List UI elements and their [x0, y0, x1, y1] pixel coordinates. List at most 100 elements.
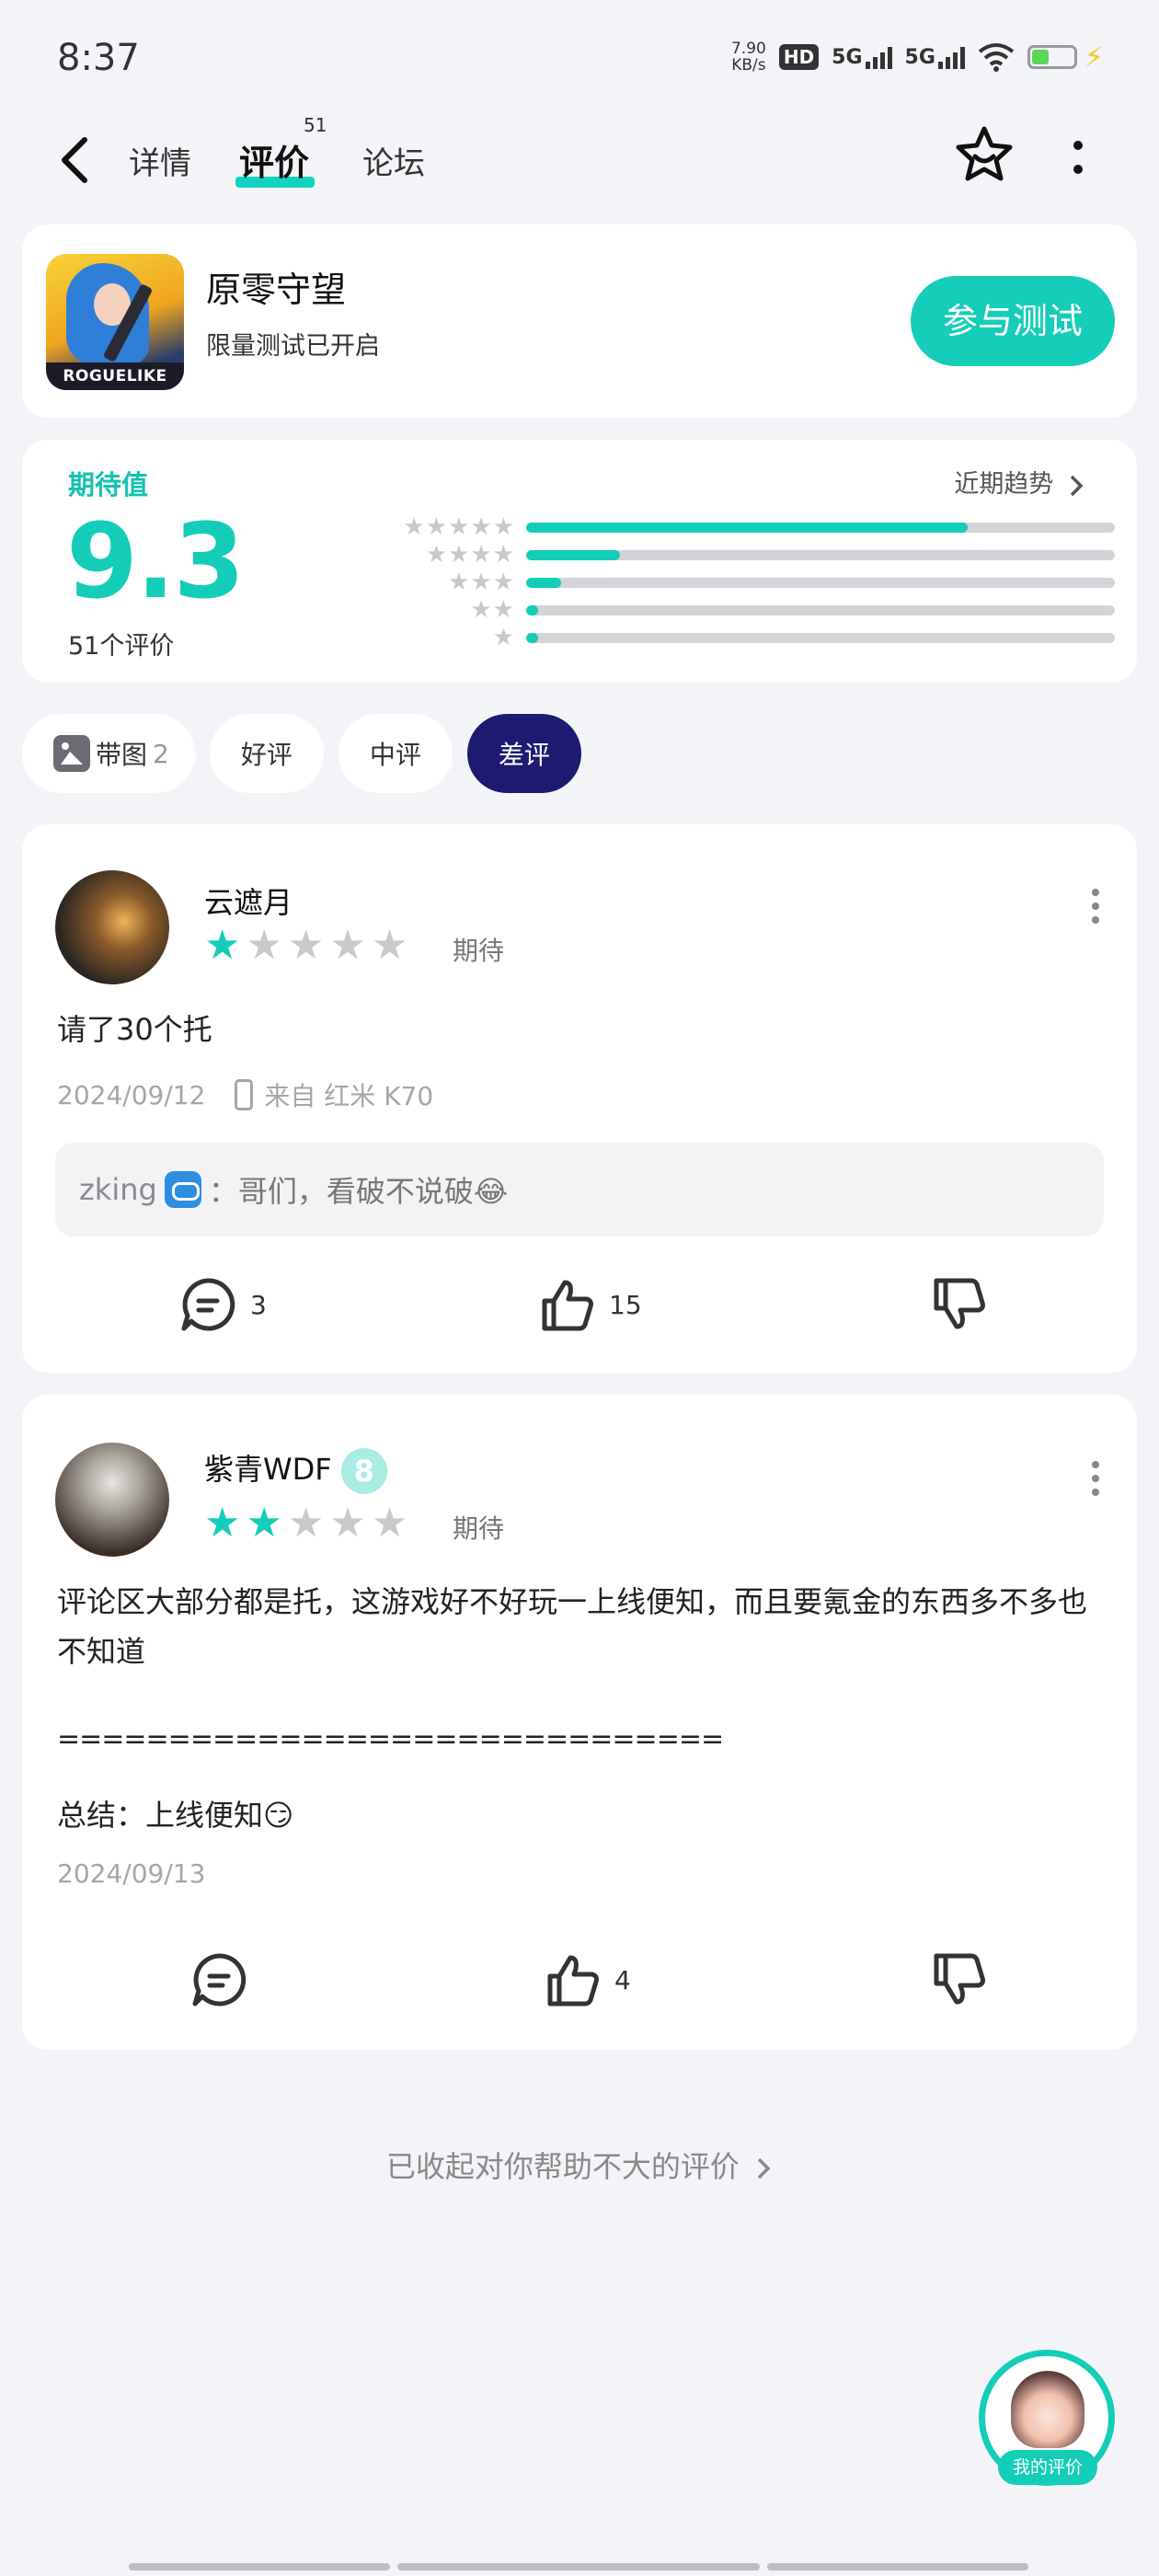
more-options-icon[interactable] — [1067, 138, 1089, 178]
expectation-label: 期待值 — [68, 469, 149, 500]
rating-distribution-track — [526, 605, 1115, 615]
level-badge: 8 — [340, 1448, 387, 1494]
charging-icon: ⚡ — [1084, 40, 1104, 74]
thumbs-up-icon — [542, 1280, 593, 1331]
tab-forum[interactable]: 论坛 — [362, 138, 425, 183]
rating-distribution-stars: ★★★★ — [425, 541, 515, 569]
thumbs-down-icon — [934, 1953, 985, 2005]
signal-icon-2: 5G — [905, 46, 965, 69]
top-nav: 详情 评价 51 论坛 — [0, 114, 1159, 221]
filter-with-images[interactable]: 带图 2 — [22, 714, 195, 793]
filter-with-images-label: 带图 — [96, 740, 148, 770]
status-time: 8:37 — [57, 37, 140, 79]
tab-reviews[interactable]: 评价 — [239, 134, 309, 185]
rating-distribution-stars: ★★★★★ — [403, 513, 515, 541]
review-reply-preview[interactable]: zking ：哥们，看破不说破😂 — [55, 1143, 1104, 1236]
my-avatar — [1011, 2371, 1084, 2448]
sim2-label: 5G — [904, 45, 935, 69]
filter-positive[interactable]: 好评 — [209, 714, 324, 793]
tab-details[interactable]: 详情 — [129, 138, 191, 183]
rating-distribution-stars: ★★ — [470, 596, 515, 624]
sim1-label: 5G — [832, 45, 863, 69]
rating-distribution-fill — [526, 605, 538, 615]
rating-summary-card: 期待值 近期趋势 9.3 51个评价 ★★★★★ ★★★★ ★★★ ★★ ★ — [22, 440, 1137, 683]
thumbs-down-icon — [934, 1278, 985, 1329]
star-icon: ★ — [287, 922, 325, 969]
my-review-button[interactable]: 我的评价 — [979, 2350, 1115, 2486]
recent-trend-link[interactable]: 近期趋势 — [954, 464, 1085, 500]
gesture-bar — [767, 2563, 1028, 2570]
filter-with-images-count: 2 — [153, 738, 169, 769]
review-meta: 2024/09/12 来自 红米 K70 — [57, 1076, 433, 1113]
review-username[interactable]: 云遮月 — [204, 880, 293, 922]
review-device: 来自 红米 K70 — [264, 1081, 434, 1111]
favorite-star-icon[interactable] — [953, 123, 1016, 186]
comment-icon — [192, 1953, 247, 2007]
rating-distribution-track — [526, 633, 1115, 643]
rating-distribution-row: ★★ — [353, 596, 1117, 624]
star-icon: ★ — [204, 922, 241, 969]
gesture-bar — [397, 2563, 760, 2570]
star-icon: ★ — [329, 922, 366, 969]
review-filters: 带图 2 好评 中评 差评 — [22, 714, 581, 793]
avatar[interactable] — [55, 870, 169, 984]
network-speed-unit: KB/s — [731, 56, 766, 75]
comment-button[interactable]: 3 — [178, 1275, 267, 1334]
rating-count: 51个评价 — [68, 632, 175, 661]
rating-distribution-stars: ★★★ — [448, 569, 515, 596]
thumbs-up-icon — [547, 1955, 599, 2007]
review-username-text: 紫青WDF — [204, 1452, 332, 1487]
star-icon: ★ — [329, 1500, 366, 1547]
review-more-icon[interactable] — [1091, 889, 1100, 926]
back-arrow-icon[interactable] — [57, 132, 94, 188]
gamer-badge-icon — [164, 1171, 201, 1208]
avatar[interactable] — [55, 1443, 169, 1557]
chevron-right-icon — [1070, 475, 1084, 496]
reply-username: zking — [79, 1172, 157, 1207]
network-speed-value: 7.90 — [730, 40, 766, 58]
rating-distribution-track — [526, 550, 1115, 560]
like-button[interactable]: 4 — [543, 1950, 631, 2009]
rating-score: 9.3 — [66, 502, 245, 622]
review-text: 请了30个托 — [57, 1012, 212, 1047]
battery-icon — [1027, 45, 1077, 69]
rating-distribution-row: ★★★★ — [353, 541, 1117, 569]
review-card: 云遮月 ★ ★ ★ ★ ★ 期待 请了30个托 2024/09/12 来自 红米 K70… — [22, 824, 1137, 1373]
my-review-label: 我的评价 — [998, 2450, 1097, 2485]
like-count: 4 — [614, 1964, 631, 1995]
comment-icon — [181, 1278, 235, 1331]
review-meta: 2024/09/13 — [57, 1858, 205, 1889]
collapsed-reviews-link[interactable]: 已收起对你帮助不大的评价 — [0, 2144, 1159, 2186]
star-icon: ★ — [371, 1500, 408, 1547]
review-summary-text: 总结：上线便知😏 — [57, 1798, 294, 1833]
like-count: 15 — [609, 1289, 642, 1320]
rating-distribution-fill — [526, 550, 621, 560]
review-username[interactable]: 紫青WDF 8 — [204, 1446, 387, 1494]
reply-text: ：哥们，看破不说破😂 — [208, 1174, 509, 1209]
rating-distribution-row: ★★★★★ — [353, 513, 1117, 541]
rating-distribution-fill — [526, 633, 538, 643]
game-title: 原零守望 — [206, 270, 347, 310]
like-button[interactable]: 15 — [537, 1275, 642, 1334]
comment-button[interactable] — [189, 1950, 248, 2009]
filter-neutral[interactable]: 中评 — [338, 714, 453, 793]
dislike-button[interactable] — [929, 1275, 988, 1334]
network-speed: 7.90 KB/s — [731, 40, 766, 74]
rating-distribution-row: ★★★ — [353, 569, 1117, 596]
signal-icon: 5G — [832, 45, 892, 69]
review-actions: 3 15 — [22, 1275, 1137, 1349]
hd-icon: HD — [778, 44, 820, 70]
dislike-button[interactable] — [929, 1950, 988, 2009]
review-card: 紫青WDF 8 ★ ★ ★ ★ ★ 期待 评论区大部分都是托，这游戏好不好玩一上线便知，而… — [22, 1395, 1137, 2050]
review-stars: ★ ★ ★ ★ ★ — [204, 1503, 407, 1544]
review-text: 评论区大部分都是托，这游戏好不好玩一上线便知，而且要氪金的东西多不多也不知道 — [57, 1584, 1088, 1669]
join-test-button[interactable]: 参与测试 — [911, 276, 1115, 366]
game-card[interactable]: ROGUELIKE 原零守望 限量测试已开启 参与测试 — [22, 224, 1137, 418]
game-icon: ROGUELIKE — [46, 254, 184, 390]
comment-count: 3 — [250, 1289, 267, 1320]
review-more-icon[interactable] — [1091, 1461, 1100, 1498]
review-date: 2024/09/13 — [57, 1858, 206, 1889]
filter-negative[interactable]: 差评 — [466, 714, 581, 793]
review-text-divider: ============================== — [57, 1723, 724, 1755]
tab-reviews-count: 51 — [304, 114, 327, 136]
